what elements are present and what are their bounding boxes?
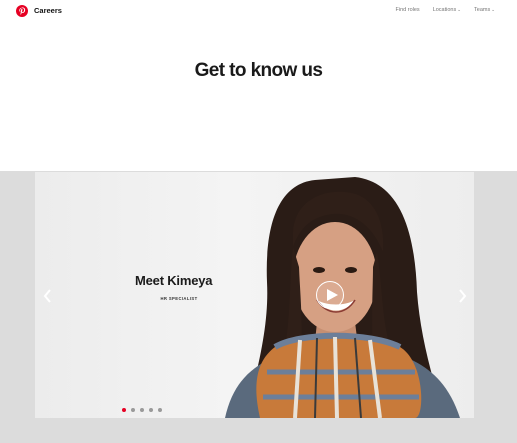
slide-dot-3[interactable] bbox=[140, 408, 144, 412]
chevron-left-icon bbox=[43, 289, 51, 303]
slide-indicator bbox=[122, 408, 162, 412]
nav-locations[interactable]: Locations ⌄ bbox=[433, 7, 461, 13]
slide-dot-4[interactable] bbox=[149, 408, 153, 412]
nav-find-roles[interactable]: Find roles bbox=[396, 7, 420, 13]
brand-name[interactable]: Careers bbox=[34, 6, 62, 15]
gallery-slide: Meet Kimeya HR SPECIALIST bbox=[35, 172, 474, 418]
pinterest-logo-icon[interactable] bbox=[16, 5, 28, 17]
top-nav: Find roles Locations ⌄ Teams ⌄ bbox=[396, 7, 495, 13]
chevron-down-icon: ⌄ bbox=[457, 7, 462, 12]
previous-slide-button[interactable] bbox=[40, 287, 54, 305]
top-header: Careers Find roles Locations ⌄ Teams ⌄ bbox=[0, 0, 517, 24]
nav-find-roles-label: Find roles bbox=[395, 7, 420, 13]
play-icon bbox=[327, 289, 338, 301]
chevron-right-icon bbox=[458, 289, 466, 303]
nav-teams-label: Teams bbox=[474, 7, 491, 13]
slide-dot-5[interactable] bbox=[158, 408, 162, 412]
slide-dot-1[interactable] bbox=[122, 408, 126, 412]
next-slide-button[interactable] bbox=[455, 287, 469, 305]
play-button[interactable] bbox=[316, 281, 344, 309]
chevron-down-icon: ⌄ bbox=[491, 7, 495, 12]
page-title: Get to know us bbox=[194, 60, 323, 81]
nav-locations-label: Locations bbox=[432, 7, 457, 13]
slide-dot-2[interactable] bbox=[131, 408, 135, 412]
nav-teams[interactable]: Teams ⌄ bbox=[474, 7, 495, 13]
careers-page: Careers Find roles Locations ⌄ Teams ⌄ G… bbox=[0, 0, 517, 443]
slide-title: Meet Kimeya bbox=[135, 273, 213, 288]
